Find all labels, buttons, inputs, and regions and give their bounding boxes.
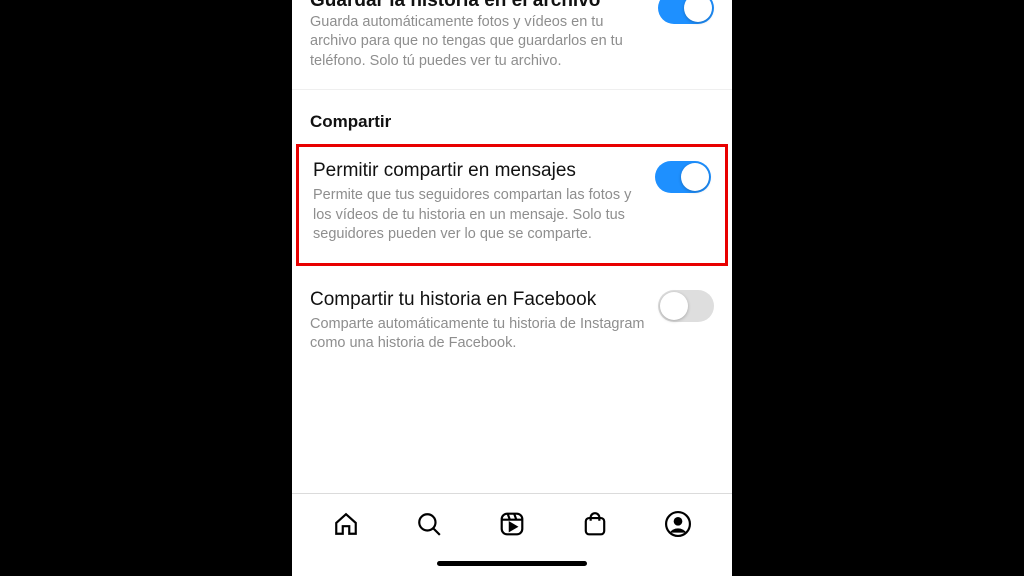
setting-share-facebook-title: Compartir tu historia en Facebook (310, 288, 648, 313)
setting-allow-share-title: Permitir compartir en mensajes (313, 159, 645, 184)
toggle-allow-share[interactable] (655, 161, 711, 193)
toggle-share-facebook[interactable] (658, 290, 714, 322)
phone-frame: Guardar la historia en el archivo Guarda… (292, 0, 732, 576)
setting-allow-share-desc: Permite que tus seguidores compartan las… (313, 186, 645, 245)
shop-icon[interactable] (582, 511, 608, 537)
toggle-share-facebook-knob (660, 292, 688, 320)
home-icon[interactable] (333, 511, 359, 537)
bottom-nav (292, 493, 732, 553)
setting-archive-title: Guardar la historia en el archivo (310, 0, 648, 13)
setting-save-archive: Guardar la historia en el archivo Guarda… (292, 0, 732, 85)
setting-archive-desc: Guarda automáticamente fotos y vídeos en… (310, 13, 648, 72)
settings-content: Guardar la historia en el archivo Guarda… (292, 0, 732, 493)
setting-share-facebook-desc: Comparte automáticamente tu historia de … (310, 315, 648, 354)
reels-icon[interactable] (499, 511, 525, 537)
setting-allow-share-highlighted: Permitir compartir en mensajes Permite q… (296, 144, 728, 265)
setting-share-facebook-text: Compartir tu historia en Facebook Compar… (310, 288, 658, 354)
home-indicator (437, 561, 587, 566)
toggle-archive-knob (684, 0, 712, 22)
setting-archive-text: Guardar la historia en el archivo Guarda… (310, 0, 658, 71)
toggle-archive[interactable] (658, 0, 714, 24)
toggle-allow-share-knob (681, 163, 709, 191)
search-icon[interactable] (416, 511, 442, 537)
profile-icon[interactable] (665, 511, 691, 537)
setting-share-facebook: Compartir tu historia en Facebook Compar… (292, 274, 732, 368)
setting-allow-share-text: Permitir compartir en mensajes Permite q… (313, 159, 655, 244)
section-header-share: Compartir (292, 90, 732, 142)
